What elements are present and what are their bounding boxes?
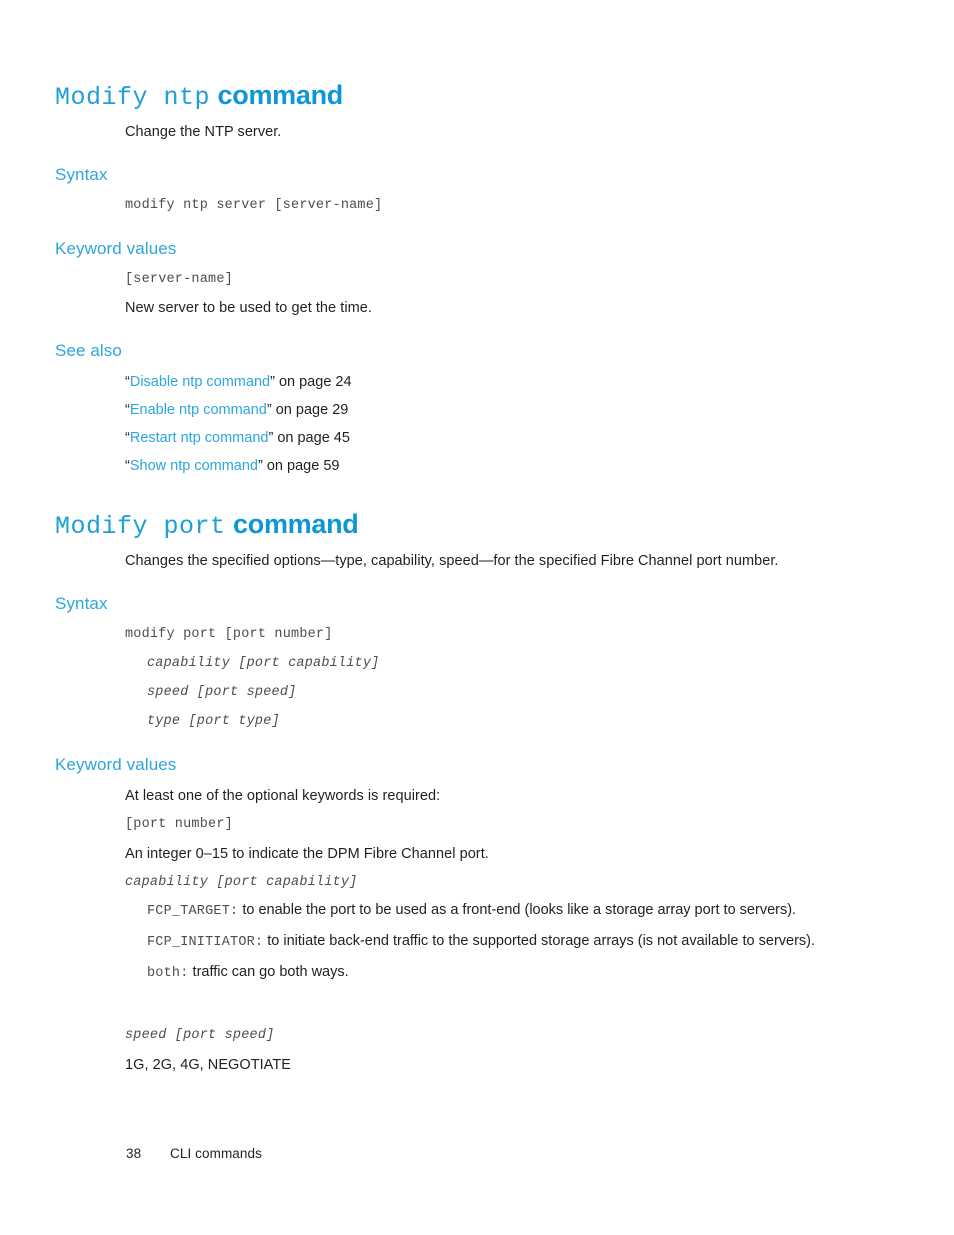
capability-value-fcp-initiator: FCP_INITIATOR: to initiate back-end traf… bbox=[147, 931, 848, 953]
syntax-line-speed: speed [port speed] bbox=[147, 685, 297, 700]
capability-description: traffic can go both ways. bbox=[188, 964, 349, 980]
capability-keyword: both: bbox=[147, 966, 189, 981]
keyword-desc-server-name: New server to be used to get the time. bbox=[125, 300, 372, 316]
modify-port-intro: Changes the specified options—type, capa… bbox=[125, 553, 779, 569]
see-also-page: on page 24 bbox=[274, 374, 352, 390]
see-also-link[interactable]: Restart ntp command bbox=[130, 430, 269, 446]
keyword-desc-port-number: An integer 0–15 to indicate the DPM Fibr… bbox=[125, 846, 489, 862]
see-also-link[interactable]: Disable ntp command bbox=[130, 374, 270, 390]
capability-keyword: FCP_INITIATOR: bbox=[147, 935, 264, 950]
subheading-keyword-values-ntp: Keyword values bbox=[55, 239, 177, 258]
see-also-item[interactable]: “Restart ntp command” on page 45 bbox=[125, 428, 848, 448]
see-also-item[interactable]: “Disable ntp command” on page 24 bbox=[125, 372, 848, 392]
syntax-line-type: type [port type] bbox=[147, 714, 280, 729]
subheading-keyword-values-port: Keyword values bbox=[55, 755, 177, 774]
capability-keyword: FCP_TARGET: bbox=[147, 904, 239, 919]
capability-value-fcp-target: FCP_TARGET: to enable the port to be use… bbox=[147, 900, 848, 922]
page-footer: 38 CLI commands bbox=[126, 1145, 262, 1163]
heading-bold-part: command bbox=[233, 509, 359, 539]
footer-chapter-title: CLI commands bbox=[170, 1146, 262, 1161]
keyword-code-server-name: [server-name] bbox=[125, 272, 233, 287]
keyword-code-port-number: [port number] bbox=[125, 817, 233, 832]
subheading-syntax-ntp: Syntax bbox=[55, 165, 108, 184]
see-also-item[interactable]: “Enable ntp command” on page 29 bbox=[125, 400, 848, 420]
footer-page-number: 38 bbox=[126, 1146, 142, 1161]
syntax-line-ntp: modify ntp server [server-name] bbox=[125, 198, 383, 213]
heading-modify-port-command: Modify port command bbox=[55, 507, 359, 544]
syntax-line-modify-port: modify port [port number] bbox=[125, 627, 333, 642]
see-also-link[interactable]: Show ntp command bbox=[130, 458, 258, 474]
see-also-page: on page 29 bbox=[271, 402, 349, 418]
modify-ntp-intro: Change the NTP server. bbox=[125, 124, 282, 140]
document-page: Modify ntp command Change the NTP server… bbox=[0, 0, 954, 1235]
heading-bold-part: command bbox=[217, 80, 344, 110]
see-also-link[interactable]: Enable ntp command bbox=[130, 402, 267, 418]
see-also-item[interactable]: “Show ntp command” on page 59 bbox=[125, 456, 848, 476]
subheading-syntax-port: Syntax bbox=[55, 594, 108, 613]
heading-mono-part: Modify ntp bbox=[55, 83, 211, 112]
subheading-see-also-ntp: See also bbox=[55, 341, 122, 360]
see-also-page: on page 45 bbox=[273, 430, 350, 446]
capability-description: to enable the port to be used as a front… bbox=[238, 902, 797, 918]
capability-value-both: both: traffic can go both ways. bbox=[147, 962, 848, 984]
syntax-line-capability: capability [port capability] bbox=[147, 656, 380, 671]
capability-description: to initiate back-end traffic to the supp… bbox=[263, 933, 816, 949]
keyword-desc-speed-values: 1G, 2G, 4G, NEGOTIATE bbox=[125, 1057, 291, 1073]
see-also-page: on page 59 bbox=[262, 458, 340, 474]
heading-mono-part: Modify port bbox=[55, 512, 226, 541]
keyword-code-speed: speed [port speed] bbox=[125, 1028, 275, 1043]
keyword-code-capability: capability [port capability] bbox=[125, 875, 358, 890]
heading-modify-ntp-command: Modify ntp command bbox=[55, 78, 343, 115]
keyword-intro-port: At least one of the optional keywords is… bbox=[125, 788, 441, 804]
